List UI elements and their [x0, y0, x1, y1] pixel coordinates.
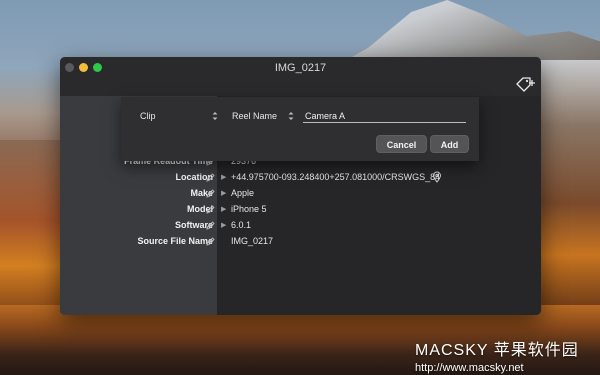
metadata-value: iPhone 5	[231, 204, 267, 214]
title-bar: IMG_0217	[60, 57, 541, 96]
metadata-row-make: Make ▶ Apple	[60, 186, 541, 202]
app-window: IMG_0217 Frame Readout Time 29376 Locati…	[60, 57, 541, 315]
watermark-brand: MACSKY 苹果软件园	[415, 342, 579, 359]
disclosure-arrow-icon[interactable]: ▶	[221, 205, 226, 213]
pencil-icon[interactable]	[205, 236, 215, 247]
stepper-icon[interactable]	[211, 109, 219, 123]
add-tag-button[interactable]	[515, 75, 537, 93]
metadata-row-source-file-name: Source File Name IMG_0217	[60, 234, 541, 250]
metadata-value: 6.0.1	[231, 220, 252, 230]
add-metadata-sheet: Clip Reel Name Cancel Add	[121, 97, 479, 161]
metadata-label: Source File Name	[137, 236, 213, 246]
pencil-icon[interactable]	[205, 172, 215, 183]
metadata-value: Apple	[231, 188, 255, 198]
metadata-row-location: Location ▶ +44.975700-093.248400+257.081…	[60, 170, 541, 186]
cancel-button[interactable]: Cancel	[376, 135, 427, 153]
metadata-value: IMG_0217	[231, 236, 274, 246]
metadata-row-software: Software ▶ 6.0.1	[60, 218, 541, 234]
hillside-right	[540, 60, 600, 320]
add-button[interactable]: Add	[430, 135, 469, 153]
disclosure-arrow-icon[interactable]: ▶	[221, 173, 226, 181]
stepper-icon[interactable]	[287, 109, 295, 123]
pencil-icon[interactable]	[205, 220, 215, 231]
watermark-url: http://www.macsky.net	[415, 362, 524, 374]
metadata-row-model: Model ▶ iPhone 5	[60, 202, 541, 218]
disclosure-arrow-icon[interactable]: ▶	[221, 221, 226, 229]
window-title: IMG_0217	[274, 62, 327, 74]
metadata-value: +44.975700-093.248400+257.081000/CRSWGS_…	[231, 172, 441, 182]
location-pin-icon[interactable]	[432, 171, 442, 183]
field-select[interactable]: Clip	[140, 111, 156, 121]
disclosure-arrow-icon[interactable]: ▶	[221, 189, 226, 197]
key-select[interactable]: Reel Name	[232, 111, 277, 121]
watermark: MACSKY 苹果软件园 http://www.macsky.net	[415, 336, 579, 374]
pencil-icon[interactable]	[205, 204, 215, 215]
value-field[interactable]	[303, 109, 466, 123]
pencil-icon[interactable]	[205, 188, 215, 199]
tag-add-icon	[516, 77, 535, 92]
value-input[interactable]	[305, 110, 463, 122]
